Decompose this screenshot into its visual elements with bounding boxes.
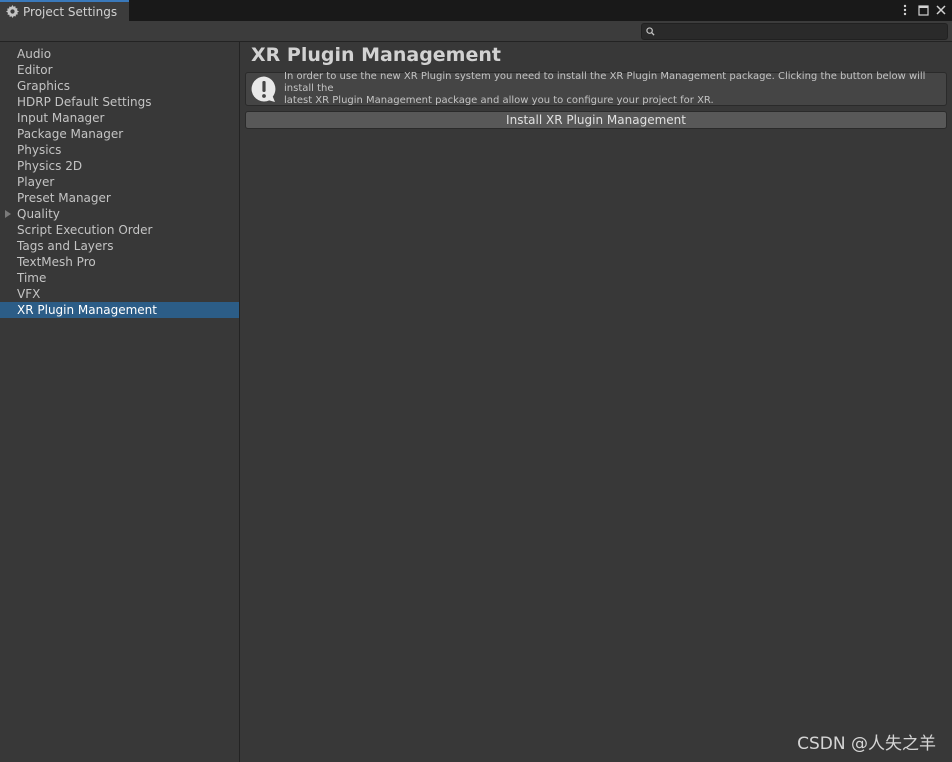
window-titlebar: Project Settings [0, 0, 952, 21]
sidebar-item-package-manager[interactable]: Package Manager [0, 126, 239, 142]
sidebar-item-hdrp-default-settings[interactable]: HDRP Default Settings [0, 94, 239, 110]
sidebar-item-label: Quality [17, 207, 60, 221]
gear-icon [6, 5, 19, 18]
sidebar-item-label: VFX [17, 287, 41, 301]
sidebar-item-editor[interactable]: Editor [0, 62, 239, 78]
sidebar-item-textmesh-pro[interactable]: TextMesh Pro [0, 254, 239, 270]
sidebar-item-label: HDRP Default Settings [17, 95, 152, 109]
sidebar-item-label: Player [17, 175, 55, 189]
sidebar-item-physics[interactable]: Physics [0, 142, 239, 158]
tab-project-settings[interactable]: Project Settings [0, 0, 129, 21]
sidebar-item-audio[interactable]: Audio [0, 46, 239, 62]
sidebar-item-label: Package Manager [17, 127, 124, 141]
sidebar-item-xr-plugin-management[interactable]: XR Plugin Management [0, 302, 239, 318]
sidebar-item-label: Tags and Layers [17, 239, 114, 253]
more-options-icon[interactable] [898, 3, 912, 17]
page-title: XR Plugin Management [251, 44, 501, 66]
sidebar-item-player[interactable]: Player [0, 174, 239, 190]
sidebar-item-label: Physics 2D [17, 159, 83, 173]
sidebar-item-script-execution-order[interactable]: Script Execution Order [0, 222, 239, 238]
settings-toolbar [0, 21, 952, 42]
sidebar-item-label: Script Execution Order [17, 223, 153, 237]
window-controls [898, 3, 948, 17]
help-message: In order to use the new XR Plugin system… [284, 71, 946, 107]
search-icon [646, 25, 655, 39]
sidebar-item-graphics[interactable]: Graphics [0, 78, 239, 94]
help-box: In order to use the new XR Plugin system… [245, 71, 947, 107]
sidebar-item-input-manager[interactable]: Input Manager [0, 110, 239, 126]
settings-content: XR Plugin Management In order to use the… [241, 42, 952, 762]
sidebar-item-label: TextMesh Pro [17, 255, 96, 269]
sidebar-item-preset-manager[interactable]: Preset Manager [0, 190, 239, 206]
info-warning-icon [250, 75, 278, 103]
sidebar-item-label: Audio [17, 47, 52, 61]
sidebar-item-label: Preset Manager [17, 191, 111, 205]
maximize-icon[interactable] [916, 3, 930, 17]
foldout-arrow-icon[interactable] [5, 210, 11, 218]
watermark: CSDN @人失之羊 [797, 734, 936, 754]
sidebar-item-quality[interactable]: Quality [0, 206, 239, 222]
sidebar-item-label: Editor [17, 63, 53, 77]
sidebar-item-vfx[interactable]: VFX [0, 286, 239, 302]
settings-sidebar: Audio Editor Graphics HDRP Default Setti… [0, 42, 240, 762]
install-xr-plugin-management-button[interactable]: Install XR Plugin Management [245, 111, 947, 129]
help-message-line: latest XR Plugin Management package and … [284, 95, 714, 106]
sidebar-item-label: Time [17, 271, 47, 285]
sidebar-item-physics-2d[interactable]: Physics 2D [0, 158, 239, 174]
sidebar-item-label: XR Plugin Management [17, 303, 157, 317]
search-field[interactable] [641, 23, 948, 40]
sidebar-item-tags-and-layers[interactable]: Tags and Layers [0, 238, 239, 254]
tab-label: Project Settings [23, 4, 118, 19]
sidebar-item-label: Input Manager [17, 111, 105, 125]
sidebar-item-time[interactable]: Time [0, 270, 239, 286]
sidebar-item-label: Physics [17, 143, 62, 157]
close-icon[interactable] [934, 3, 948, 17]
search-input[interactable] [655, 24, 947, 39]
sidebar-item-label: Graphics [17, 79, 70, 93]
help-message-line: In order to use the new XR Plugin system… [284, 71, 926, 94]
